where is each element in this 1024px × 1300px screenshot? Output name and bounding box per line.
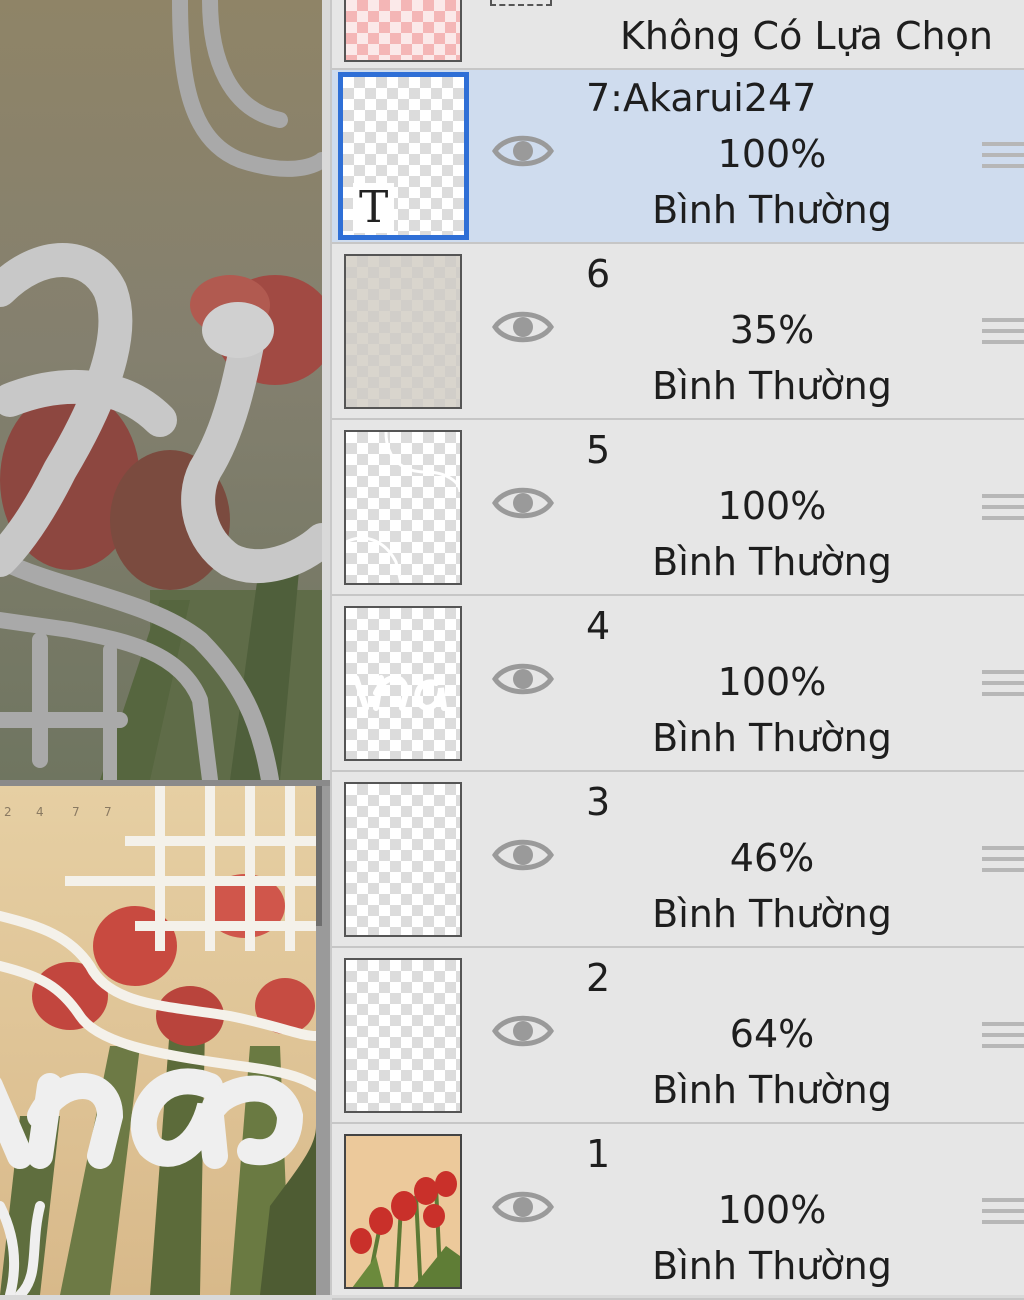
layer-opacity: 35% (729, 308, 815, 352)
layer-blend-mode: Bình Thường (652, 364, 892, 408)
canvas-area[interactable]: 2 4 7 7 (0, 0, 330, 1295)
layer-opacity: 100% (717, 484, 827, 528)
svg-text:7: 7 (72, 805, 80, 819)
layer-row-5[interactable]: 5 100% Bình Thường (332, 422, 1024, 596)
eye-icon[interactable] (492, 480, 554, 526)
layer-row-6[interactable]: 6 35% Bình Thường (332, 246, 1024, 420)
drag-handle-icon[interactable] (982, 142, 1024, 178)
layer-row-1[interactable]: 1 100% Bình Thường (332, 1126, 1024, 1300)
selection-layer-thumbnail (344, 0, 462, 62)
layer-opacity: 100% (717, 132, 827, 176)
eye-icon[interactable] (492, 832, 554, 878)
layer-name: 1 (586, 1132, 611, 1176)
layer-opacity: 64% (729, 1012, 815, 1056)
layer-thumbnail[interactable]: T (338, 72, 469, 240)
drag-handle-icon[interactable] (982, 670, 1024, 706)
layer-opacity: 100% (717, 660, 827, 704)
no-selection-label: Không Có Lựa Chọn (620, 14, 993, 58)
eye-icon[interactable] (492, 304, 554, 350)
layer-blend-mode: Bình Thường (652, 1244, 892, 1288)
layer-blend-mode: Bình Thường (652, 1068, 892, 1112)
layer-row-2[interactable]: 2 64% Bình Thường (332, 950, 1024, 1124)
layer-opacity: 100% (717, 1188, 827, 1232)
layers-panel: Không Có Lựa Chọn T 7:Akarui247 100% Bìn… (330, 0, 1024, 1300)
layer-blend-mode: Bình Thường (652, 188, 892, 232)
canvas-scrollbar-thumb[interactable] (316, 786, 322, 926)
layer-thumbnail-art (353, 675, 447, 712)
drag-handle-icon[interactable] (982, 846, 1024, 882)
layer-name: 4 (586, 604, 611, 648)
eye-icon[interactable] (492, 1184, 554, 1230)
layer-thumbnail-photo (346, 1136, 460, 1287)
svg-text:4: 4 (36, 805, 44, 819)
layer-thumbnail[interactable] (344, 958, 462, 1113)
layer-name: 3 (586, 780, 611, 824)
eye-icon[interactable] (492, 656, 554, 702)
text-layer-icon: T (353, 183, 395, 233)
layer-row-7[interactable]: T 7:Akarui247 100% Bình Thường (332, 70, 1024, 244)
layer-thumbnail[interactable] (344, 606, 462, 761)
layer-thumbnail[interactable] (344, 1134, 462, 1289)
svg-text:2: 2 (4, 805, 12, 819)
layer-row-3[interactable]: 3 46% Bình Thường (332, 774, 1024, 948)
eye-icon[interactable] (492, 128, 554, 174)
canvas-preview-zoomed[interactable] (0, 0, 322, 780)
layer-name: 2 (586, 956, 611, 1000)
layer-thumbnail-art (346, 432, 460, 583)
selection-marquee-icon (490, 0, 552, 6)
layer-name: 5 (586, 428, 611, 472)
layer-thumbnail[interactable] (344, 254, 462, 409)
drag-handle-icon[interactable] (982, 1022, 1024, 1058)
layer-thumbnail[interactable] (344, 782, 462, 937)
canvas-artwork-zoomed (0, 0, 322, 780)
layer-name: 6 (586, 252, 611, 296)
canvas-preview-full[interactable]: 2 4 7 7 (0, 786, 316, 1295)
drag-handle-icon[interactable] (982, 494, 1024, 530)
layer-blend-mode: Bình Thường (652, 716, 892, 760)
layer-name: 7:Akarui247 (586, 76, 817, 120)
canvas-artwork-full: 2 4 7 7 (0, 786, 316, 1295)
drag-handle-icon[interactable] (982, 1198, 1024, 1234)
layer-thumbnail[interactable] (344, 430, 462, 585)
eye-icon[interactable] (492, 1008, 554, 1054)
layer-blend-mode: Bình Thường (652, 540, 892, 584)
selection-layer-row[interactable]: Không Có Lựa Chọn (332, 0, 1024, 70)
svg-text:7: 7 (104, 805, 112, 819)
layer-opacity: 46% (729, 836, 815, 880)
layer-row-4[interactable]: 4 100% Bình Thường (332, 598, 1024, 772)
drag-handle-icon[interactable] (982, 318, 1024, 354)
layer-blend-mode: Bình Thường (652, 892, 892, 936)
